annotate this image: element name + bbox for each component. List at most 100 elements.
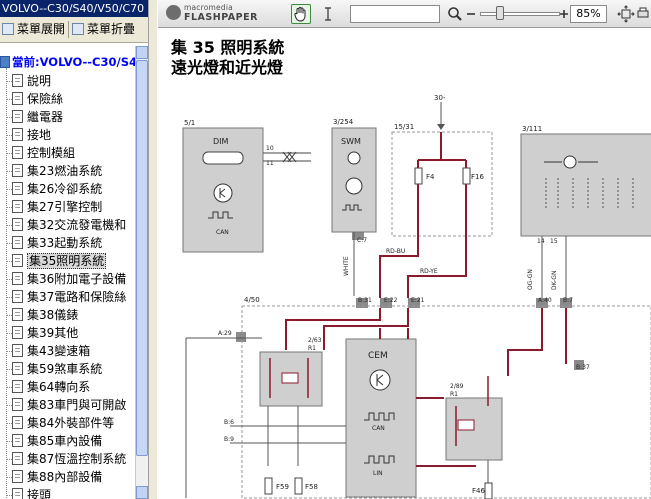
- tree-item-label: 集88內部設備: [27, 470, 103, 484]
- document-page: 集 35 照明系統 遠光燈和近光燈 5/1 DIM CAN 10 11 3/25…: [158, 28, 651, 499]
- swm-ref-label: 3/254: [333, 118, 354, 126]
- tree-item[interactable]: 集35照明系統: [6, 252, 107, 270]
- document-icon: [12, 290, 23, 303]
- expand-menu-label: 菜單展開: [17, 22, 66, 36]
- tree-root[interactable]: 當前:VOLVO--C30/S40/V50/C70: [0, 54, 135, 70]
- tree-item[interactable]: 接地: [6, 126, 51, 144]
- hand-tool-button[interactable]: [291, 4, 311, 24]
- pane-splitter[interactable]: [148, 0, 158, 499]
- zoom-level-field[interactable]: 85%: [570, 5, 607, 23]
- cem-area: 4/50 B:31 E:22 E:21 A:40 B:7 A:29 B:37 B…: [185, 296, 651, 499]
- document-icon: [12, 380, 23, 393]
- tree-item-label: 說明: [27, 74, 52, 88]
- tree-item-label: 集27引擎控制: [27, 200, 103, 214]
- search-icon: [448, 7, 462, 21]
- b7-label: B:7: [563, 297, 573, 304]
- print-button[interactable]: [636, 4, 649, 24]
- navigation-pane: VOLVO--C30/S40/V50/C70 菜單展開 菜單折疊 當前:VOLV…: [0, 0, 148, 499]
- collapse-icon: [72, 23, 84, 35]
- fit-page-icon: [617, 5, 635, 23]
- rd-bu-label: RD-BU: [386, 248, 405, 255]
- f16-label: F16: [471, 173, 484, 181]
- tree-item[interactable]: 集39其他: [6, 324, 78, 342]
- f4-label: F4: [426, 173, 435, 181]
- tree-root-label: 當前:VOLVO--C30/S40/V50/C70: [12, 55, 135, 69]
- search-input[interactable]: [350, 5, 440, 23]
- tree-item[interactable]: 集87恆溫控制系統: [6, 450, 126, 468]
- document-viewer: macromedia FLASHPAPER 85% 集 35 照明系統 遠光燈和…: [158, 0, 651, 499]
- document-icon: [12, 452, 23, 465]
- search-button[interactable]: [445, 4, 465, 24]
- cem-name-label: CEM: [368, 351, 388, 361]
- tree-item-label: 接地: [27, 128, 52, 142]
- zoom-in-button[interactable]: [556, 4, 570, 24]
- dk-gn-label: DK-GN: [551, 271, 558, 290]
- document-icon: [12, 362, 23, 375]
- tree-item[interactable]: 集38儀錶: [6, 306, 78, 324]
- document-icon: [12, 92, 23, 105]
- minus-icon: [467, 13, 475, 15]
- scroll-up-arrow[interactable]: [136, 46, 148, 59]
- tree-item[interactable]: 集43變速箱: [6, 342, 90, 360]
- tree-item[interactable]: 集32交流發電機和: [6, 216, 126, 234]
- tree-item-label: 集38儀錶: [27, 308, 79, 322]
- menu-divider: [68, 21, 69, 38]
- book-icon: [0, 56, 10, 68]
- fuse-box: 30- 15/31 F4 F16: [391, 94, 493, 237]
- cem-lin-label: LIN: [373, 470, 383, 477]
- brand-top-text: macromedia: [184, 3, 233, 12]
- f59-label: F59: [276, 483, 289, 491]
- scroll-down-arrow[interactable]: [136, 486, 148, 499]
- cem-can-label: CAN: [372, 425, 385, 432]
- tree-item-label: 集43變速箱: [27, 344, 91, 358]
- fit-page-button[interactable]: [616, 4, 636, 24]
- tree-item[interactable]: 控制模組: [6, 144, 75, 162]
- expand-menu-button[interactable]: 菜單展開: [2, 21, 65, 38]
- pin-15-label: 15: [550, 238, 558, 245]
- e22-label: E:22: [384, 297, 398, 304]
- tree-item[interactable]: 集59煞車系統: [6, 360, 102, 378]
- document-icon: [12, 272, 23, 285]
- tree-item[interactable]: 繼電器: [6, 108, 63, 126]
- document-icon: [12, 488, 23, 499]
- tree-item-label: 集37電路和保險絲: [27, 290, 127, 304]
- scroll-thumb[interactable]: [136, 60, 148, 456]
- tree-item[interactable]: 集37電路和保險絲: [6, 288, 126, 306]
- tree-item[interactable]: 集83車門與可開啟: [6, 396, 126, 414]
- tree-item[interactable]: 接頭: [6, 486, 51, 499]
- tree-item-label: 集26冷卻系統: [27, 182, 103, 196]
- document-icon: [12, 200, 23, 213]
- dim-ref-label: 5/1: [184, 119, 195, 127]
- power-wires: RD-BU RD-YE: [379, 184, 467, 298]
- collapse-menu-button[interactable]: 菜單折疊: [72, 21, 135, 38]
- document-icon: [12, 416, 23, 429]
- fuse-box-ref-label: 15/31: [394, 123, 414, 131]
- text-select-button[interactable]: [318, 4, 338, 24]
- a29-label: A:29: [218, 330, 232, 337]
- document-icon: [12, 308, 23, 321]
- tree-item[interactable]: 集27引擎控制: [6, 198, 102, 216]
- tree-item-label: 集23燃油系統: [27, 164, 103, 178]
- brand-bottom-text: FLASHPAPER: [184, 12, 258, 23]
- viewer-toolbar: macromedia FLASHPAPER 85%: [158, 0, 651, 28]
- b37-label: B:37: [576, 364, 590, 371]
- tree-item[interactable]: 說明: [6, 72, 51, 90]
- tree-item[interactable]: 保險絲: [6, 90, 63, 108]
- tree-item[interactable]: 集26冷卻系統: [6, 180, 102, 198]
- tree-item[interactable]: 集23燃油系統: [6, 162, 102, 180]
- tree-item[interactable]: 集85車內設備: [6, 432, 102, 450]
- document-icon: [12, 146, 23, 159]
- tree-item[interactable]: 集33起動系統: [6, 234, 102, 252]
- tree-item[interactable]: 集64轉向系: [6, 378, 90, 396]
- dim-name-label: DIM: [213, 137, 229, 146]
- document-icon: [12, 164, 23, 177]
- zoom-slider-handle[interactable]: [496, 6, 504, 20]
- document-icon: [12, 218, 23, 231]
- tree-item-label: 保險絲: [27, 92, 64, 106]
- tree-scrollbar[interactable]: [135, 46, 148, 499]
- right-module: 3/111 14 15 OG-GN DK-GN: [520, 125, 651, 298]
- zoom-slider[interactable]: [480, 12, 560, 16]
- tree-item[interactable]: 集88內部設備: [6, 468, 102, 486]
- tree-item[interactable]: 集84外裝部件等: [6, 414, 114, 432]
- tree-item[interactable]: 集36附加電子設備: [6, 270, 126, 288]
